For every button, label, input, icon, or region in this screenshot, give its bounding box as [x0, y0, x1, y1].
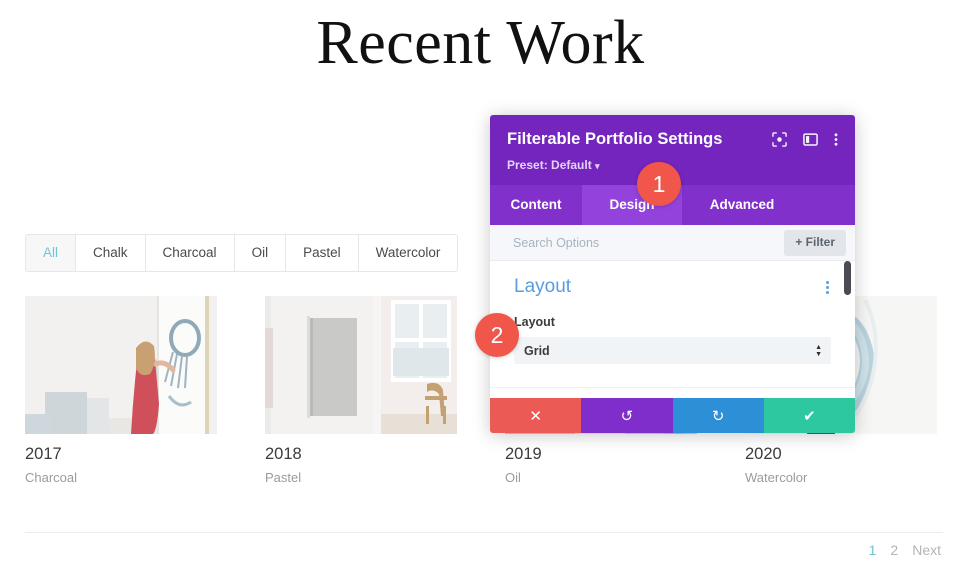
portfolio-thumbnail-artist-painting[interactable] [25, 296, 217, 434]
portfolio-item[interactable]: 2017 Charcoal [25, 296, 217, 486]
page-title: Recent Work [316, 9, 645, 77]
search-options-bar: Search Options + Filter [490, 225, 855, 261]
filter-tab-oil[interactable]: Oil [234, 235, 287, 271]
step-badge-2: 2 [475, 313, 519, 357]
filter-tab-charcoal[interactable]: Charcoal [145, 235, 235, 271]
cancel-button[interactable]: ✕ [490, 398, 582, 433]
portfolio-item-title: 2018 [265, 445, 302, 463]
tab-advanced[interactable]: Advanced [682, 185, 802, 225]
portfolio-page: Recent Work All Chalk Charcoal Oil Paste… [0, 0, 961, 578]
modal-action-bar: ✕ ↺ ↻ ✔ [490, 398, 855, 433]
portfolio-item-title: 2019 [505, 445, 542, 463]
step-badge-1: 1 [637, 162, 681, 206]
focus-target-icon[interactable] [772, 132, 787, 152]
layout-field-label: Layout [514, 315, 555, 329]
portfolio-thumbnail-canvas-on-wall[interactable] [265, 296, 457, 434]
undo-button[interactable]: ↺ [581, 398, 673, 433]
pagination-next[interactable]: Next [912, 540, 941, 560]
section-title-layout: Layout [514, 276, 572, 297]
portfolio-item-category: Pastel [265, 470, 302, 485]
save-button[interactable]: ✔ [763, 398, 855, 433]
add-filter-button[interactable]: + Filter [784, 229, 846, 256]
pagination-page-2[interactable]: 2 [890, 540, 898, 560]
panel-layout-icon[interactable] [803, 132, 818, 152]
tab-content[interactable]: Content [490, 185, 582, 225]
modal-scrollbar-track[interactable] [844, 261, 853, 398]
section-more-options-icon[interactable] [824, 279, 831, 296]
filter-tab-pastel[interactable]: Pastel [286, 235, 359, 271]
pagination-page-1[interactable]: 1 [869, 540, 877, 560]
portfolio-item-category: Watercolor [745, 470, 808, 485]
filter-tab-watercolor[interactable]: Watercolor [358, 235, 458, 271]
portfolio-filter-bar: All Chalk Charcoal Oil Pastel Watercolor [25, 234, 459, 272]
section-divider [490, 387, 855, 388]
portfolio-item-title: 2017 [25, 445, 62, 463]
redo-button[interactable]: ↻ [672, 398, 764, 433]
modal-title: Filterable Portfolio Settings [507, 130, 723, 148]
more-options-icon[interactable] [834, 132, 838, 152]
portfolio-item-category: Charcoal [25, 470, 78, 485]
filter-tab-chalk[interactable]: Chalk [76, 235, 146, 271]
select-stepper-icon: ▲ ▼ [815, 343, 822, 358]
layout-select[interactable]: Grid ▲ ▼ [514, 337, 831, 364]
portfolio-item[interactable]: 2018 Pastel [265, 296, 457, 486]
search-options-input[interactable]: Search Options [513, 235, 599, 251]
portfolio-item-title: 2020 [745, 445, 782, 463]
chevron-down-icon: ▾ [595, 161, 600, 171]
filter-tab-all[interactable]: All [26, 235, 77, 271]
modal-scrollbar-thumb[interactable] [844, 261, 851, 295]
modal-body: Layout Layout Grid ▲ ▼ [490, 261, 855, 398]
filterable-portfolio-settings-modal: Filterable Portfolio Settings Preset: De… [490, 115, 855, 433]
footer-divider [25, 532, 943, 533]
layout-select-value: Grid [524, 343, 550, 358]
pagination: 1 2 Next [869, 540, 941, 560]
portfolio-item-category: Oil [505, 470, 521, 485]
preset-label: Preset: Default [507, 158, 592, 172]
